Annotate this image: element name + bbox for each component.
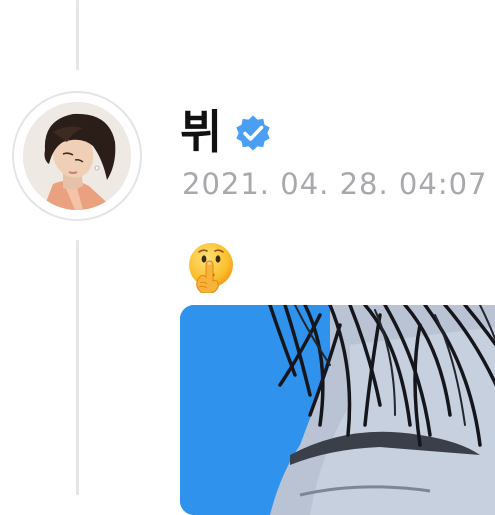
timestamp: 2021. 04. 28. 04:07 — [182, 167, 488, 201]
post-image[interactable] — [180, 305, 495, 515]
shushing-face-emoji — [189, 243, 233, 293]
thread-line-bottom — [76, 240, 79, 495]
thread-line-top — [76, 0, 79, 70]
verified-badge-icon — [236, 115, 270, 151]
display-name[interactable]: 뷔 — [180, 104, 222, 160]
avatar[interactable] — [12, 91, 142, 221]
avatar-photo[interactable] — [23, 102, 131, 210]
